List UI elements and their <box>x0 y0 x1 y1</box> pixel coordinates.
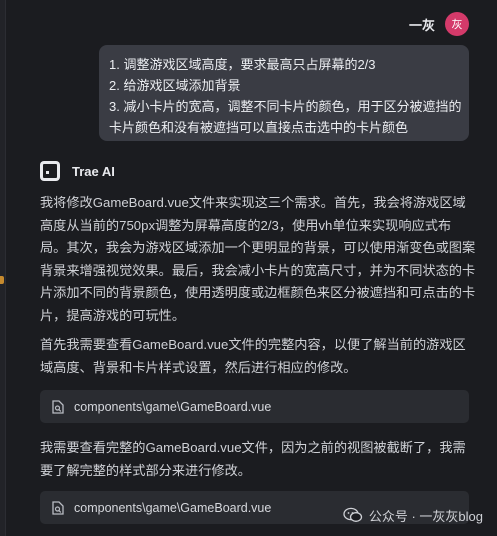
user-header: 一灰 灰 <box>409 12 469 36</box>
file-path: components\game\GameBoard.vue <box>74 500 272 515</box>
user-message-bubble: 1. 调整游戏区域高度，要求最高只占屏幕的2/3 2. 给游戏区域添加背景 3.… <box>99 45 469 141</box>
user-message-line: 卡片颜色和没有被遮挡可以直接点击选中的卡片颜色 <box>109 120 409 135</box>
assistant-paragraph: 首先我需要查看GameBoard.vue文件的完整内容，以便了解当前的游戏区 域… <box>40 334 478 379</box>
watermark-text: 公众号 · 一灰灰blog <box>368 508 483 524</box>
wechat-icon <box>343 507 363 522</box>
assistant-name: Trae AI <box>72 163 115 179</box>
paragraph-line: 片添加不同的背景颜色，使用透明度或边框颜色来区分被遮挡和可点击的卡 <box>40 285 476 301</box>
file-reference[interactable]: components\game\GameBoard.vue <box>40 390 469 423</box>
chat-panel: 一灰 灰 1. 调整游戏区域高度，要求最高只占屏幕的2/3 2. 给游戏区域添加… <box>0 0 497 536</box>
user-message-line: 1. 调整游戏区域高度，要求最高只占屏幕的2/3 <box>109 57 376 72</box>
left-sidebar-edge <box>0 0 6 536</box>
paragraph-line: 要了解完整的样式部分来进行修改。 <box>40 462 251 478</box>
paragraph-line: 域高度、背景和卡片样式设置，然后进行相应的修改。 <box>40 359 357 375</box>
paragraph-line: 局。其次，我会为游戏区域添加一个更明显的背景，可以使用渐变色或图案 <box>40 240 476 256</box>
user-message-line: 2. 给游戏区域添加背景 <box>109 78 241 93</box>
assistant-header: Trae AI <box>40 159 115 183</box>
paragraph-line: 背景来增强视觉效果。最后，我会减小卡片的宽高尺寸，并为不同状态的卡 <box>40 262 476 278</box>
file-search-icon <box>52 399 64 414</box>
watermark: 公众号 · 一灰灰blog <box>343 504 483 526</box>
avatar[interactable]: 灰 <box>445 12 469 36</box>
assistant-paragraph: 我将修改GameBoard.vue文件来实现这三个需求。首先，我会将游戏区域 高… <box>40 192 478 328</box>
paragraph-line: 片，提高游戏的可玩性。 <box>40 307 186 323</box>
paragraph-line: 我需要查看完整的GameBoard.vue文件，因为之前的视图被截断了，我需 <box>40 440 466 455</box>
left-indicator <box>0 276 4 284</box>
user-name: 一灰 <box>408 17 435 33</box>
assistant-paragraph: 我需要查看完整的GameBoard.vue文件，因为之前的视图被截断了，我需 要… <box>40 437 478 482</box>
paragraph-line: 高度从当前的750px调整为屏幕高度的2/3，使用vh单位来实现响应式布 <box>40 217 452 233</box>
file-search-icon <box>52 500 64 515</box>
trae-logo-icon <box>40 161 60 181</box>
paragraph-line: 首先我需要查看GameBoard.vue文件的完整内容，以便了解当前的游戏区 <box>40 337 466 352</box>
user-message-line: 3. 减小卡片的宽高，调整不同卡片的颜色，用于区分被遮挡的 <box>109 99 462 114</box>
file-path: components\game\GameBoard.vue <box>74 399 272 414</box>
paragraph-line: 我将修改GameBoard.vue文件来实现这三个需求。首先，我会将游戏区域 <box>40 195 466 210</box>
